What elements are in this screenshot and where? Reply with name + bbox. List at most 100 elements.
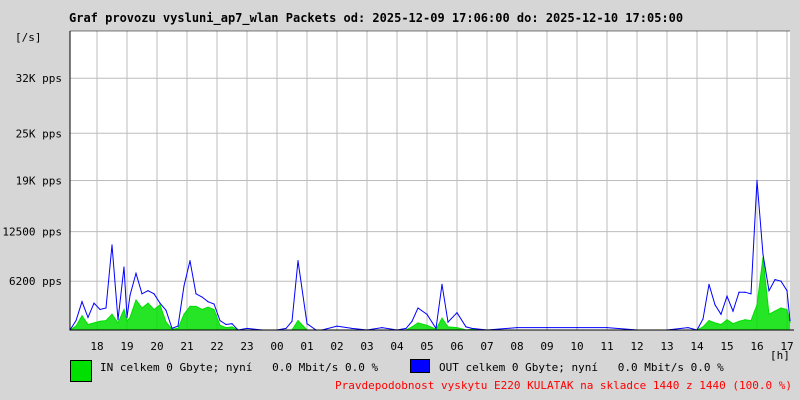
x-tick-labels: 18 19 20 21 22 23 00 01 02 03 04 05 06 07 08 09 10 11 12 13… [90,340,793,353]
series-out-point [147,290,149,292]
series-out-point [87,316,89,319]
series-in-point [726,319,728,321]
traffic-chart: 6200 pps 12500 pps 19K pps 25K pps 32K pps 1… [2,30,794,362]
series-out-point [447,321,449,323]
y-tick-label: 32K pps [16,72,62,85]
series-in-point [447,326,449,328]
series-out-point [687,327,689,329]
series-out-point [135,272,137,274]
series-out-point [189,260,191,262]
series-in-point [129,316,131,319]
series-out-point [231,323,233,325]
series-out-point [177,325,179,327]
series-out-point [159,302,161,304]
series-in-point [426,324,428,326]
series-out-point [285,327,287,330]
x-tick-label: 03 [360,340,373,353]
series-out-point [738,291,740,293]
series-out-point [441,283,443,285]
series-out-point [291,320,293,322]
x-tick-label: 20 [150,340,163,353]
series-in-point [225,327,227,329]
series-in-point [786,308,788,311]
x-tick-label: 11 [600,340,613,353]
series-in-point [774,310,776,312]
series-out-point [516,327,518,329]
x-unit-label: [h] [770,349,790,362]
series-in-point [456,327,458,329]
series-out-point [126,316,128,319]
y-tick-label: 6200 pps [9,275,62,288]
series-in-point [87,323,89,326]
series-out-point [780,280,782,282]
y-tick-labels: 6200 pps 12500 pps 19K pps 25K pps 32K pps [2,72,62,288]
series-out-point [456,312,458,314]
series-in-point [207,306,209,308]
series-in-point [744,319,746,321]
probability-note: Pravdepodobnost vyskytu E220 KULATAK na … [335,379,792,392]
series-in-point [189,305,191,307]
series-in-point [147,302,149,304]
series-in-point [183,313,185,315]
series-out-point [171,327,173,330]
series-out-point [246,327,248,330]
series-out-point [81,301,83,303]
series-in-point [417,322,419,324]
x-tick-label: 09 [540,340,553,353]
series-out-point [153,293,155,295]
series-out-point [708,283,710,285]
series-out-point [744,291,746,293]
series-in-point [780,307,782,309]
series-out-point [207,301,209,303]
series-in-point [768,313,770,315]
series-in-point [720,323,722,326]
series-out-point [789,319,791,322]
series-out-point [183,285,185,287]
series-out-point [201,296,203,298]
series-in-point [93,322,95,324]
series-out-point [720,313,722,315]
series-in-point [738,320,740,322]
x-tick-label: 21 [180,340,193,353]
series-out-point [141,293,143,295]
x-tick-label: 13 [660,340,673,353]
series-out-point [219,319,221,322]
series-out-point [99,308,101,311]
x-tick-label: 15 [720,340,733,353]
series-out-point [417,307,419,309]
series-out-point [786,290,788,292]
series-in-point [732,323,734,325]
series-in-point [789,321,791,323]
series-in-point [201,308,203,311]
x-tick-label: 14 [690,340,704,353]
x-tick-label: 23 [240,340,253,353]
series-in-point [411,326,413,328]
series-in-point [123,308,125,311]
series-in-point [756,304,758,306]
out-legend-label: OUT celkem 0 Gbyte; nyní 0.0 Mbit/s 0.0 … [439,361,724,374]
series-out-point [75,319,77,322]
series-in-point [111,313,113,315]
in-legend-swatch [70,360,92,382]
series-out-point [213,303,215,305]
series-in-point [441,317,443,319]
x-tick-label: 05 [420,340,433,353]
x-tick-label: 06 [450,340,463,353]
series-in-point [105,319,107,322]
series-out-point [756,179,758,182]
x-tick-label: 22 [210,340,223,353]
x-tick-label: 01 [300,340,313,353]
x-tick-label: 02 [330,340,343,353]
y-tick-label: 12500 pps [2,226,62,239]
series-in-point [75,325,77,327]
x-tick-label: 16 [750,340,763,353]
x-tick-label: 18 [90,340,103,353]
series-out-point [465,326,467,328]
series-out-point [336,325,338,327]
series-in-point [297,319,299,322]
series-out-point [225,323,227,326]
series-in-point [135,299,137,301]
series-in-point [165,321,167,323]
x-tick-label: 12 [630,340,643,353]
series-out-point [471,327,473,330]
